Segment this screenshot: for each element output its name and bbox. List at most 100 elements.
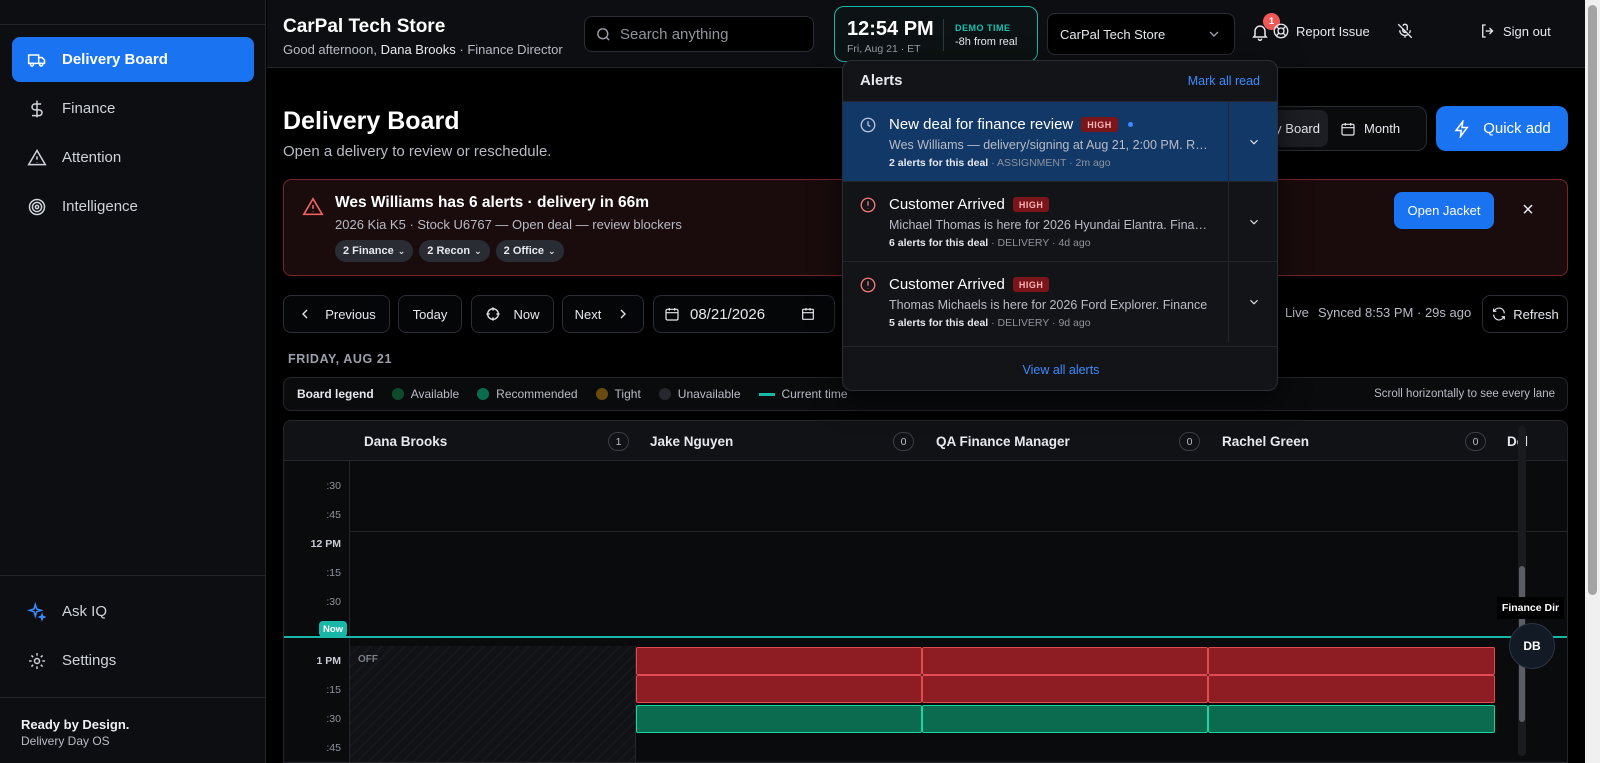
- refresh-button[interactable]: Refresh: [1482, 295, 1568, 333]
- mark-all-read-link[interactable]: Mark all read: [1188, 74, 1260, 88]
- sign-out-button[interactable]: Sign out: [1479, 22, 1551, 40]
- alert-description: Wes Williams — delivery/signing at Aug 2…: [889, 138, 1211, 152]
- legend-hint: Scroll horizontally to see every lane: [1374, 388, 1555, 400]
- time-tick: :30: [326, 480, 341, 492]
- expand-alert-button[interactable]: [1228, 182, 1277, 262]
- sidebar-top-divider: [0, 24, 266, 25]
- clock-time: 12:54 PM: [847, 18, 934, 40]
- search-input[interactable]: [620, 25, 800, 43]
- chip-label: 2 Office: [503, 245, 544, 257]
- chevron-down-icon: ⌄: [397, 245, 406, 256]
- refresh-icon: [1493, 307, 1506, 321]
- sidebar-item-ask-iq[interactable]: Ask IQ: [12, 589, 254, 634]
- quick-add-button[interactable]: Quick add: [1436, 106, 1568, 151]
- time-tick: :30: [326, 596, 341, 608]
- chevron-down-icon: [1250, 299, 1258, 305]
- avatar[interactable]: DB: [1509, 623, 1555, 669]
- alert-meta: 5 alerts for this deal · DELIVERY · 9d a…: [889, 317, 1091, 329]
- legend-label: Available: [410, 387, 460, 401]
- view-all-alerts-link[interactable]: View all alerts: [843, 346, 1277, 390]
- lane-header-qa-finance-manager[interactable]: QA Finance Manager: [936, 421, 1070, 461]
- sparkle-icon: [26, 601, 48, 623]
- footer-subtitle: Delivery Day OS: [21, 734, 110, 748]
- alert-circle-icon: [859, 196, 877, 214]
- report-issue-button[interactable]: Report Issue: [1272, 22, 1370, 40]
- unavailable-slot[interactable]: [922, 675, 1208, 703]
- close-icon[interactable]: ×: [1516, 198, 1540, 222]
- user-name: Dana Brooks: [380, 42, 456, 57]
- sidebar-item-finance[interactable]: Finance: [12, 86, 254, 131]
- store-select[interactable]: CarPal Tech Store: [1047, 13, 1235, 55]
- chip-label: 2 Recon: [427, 245, 471, 257]
- chip-office[interactable]: 2 Office ⌄: [495, 240, 564, 262]
- sidebar-item-intelligence[interactable]: Intelligence: [12, 184, 254, 229]
- chip-finance[interactable]: 2 Finance ⌄: [335, 240, 414, 262]
- mute-button[interactable]: [1396, 22, 1420, 40]
- alert-item[interactable]: Customer Arrived HIGH Thomas Michaels is…: [843, 261, 1277, 342]
- lane-count-badge: 0: [1179, 432, 1200, 451]
- legend-label: Current time: [781, 387, 848, 401]
- alerts-dropdown: Alerts Mark all read New deal for financ…: [842, 60, 1278, 391]
- alerts-title: Alerts: [860, 72, 903, 89]
- quick-add-label: Quick add: [1483, 120, 1551, 137]
- time-tick: :45: [326, 509, 341, 521]
- recommended-slot[interactable]: [922, 705, 1208, 733]
- search-box[interactable]: [584, 16, 814, 52]
- sidebar-divider: [0, 575, 266, 576]
- calendar-icon: [1341, 122, 1355, 136]
- lane-header-dana-brooks[interactable]: Dana Brooks: [364, 421, 447, 461]
- sidebar-item-attention[interactable]: Attention: [12, 135, 254, 180]
- off-block: OFF: [350, 646, 636, 762]
- now-button[interactable]: Now: [471, 295, 554, 333]
- unavailable-slot[interactable]: [1208, 647, 1495, 675]
- unavailable-slot[interactable]: [636, 675, 922, 703]
- today-button[interactable]: Today: [398, 295, 462, 333]
- hour-gridline: [350, 531, 1567, 532]
- lane-header-rachel-green[interactable]: Rachel Green: [1222, 421, 1309, 461]
- legend-title: Board legend: [297, 387, 374, 401]
- alert-description: Michael Thomas is here for 2026 Hyundai …: [889, 218, 1211, 232]
- previous-button[interactable]: Previous: [283, 295, 390, 333]
- mic-off-icon: [1397, 23, 1413, 39]
- alert-item[interactable]: New deal for finance review HIGH Wes Wil…: [843, 101, 1277, 182]
- alert-title: New deal for finance review HIGH: [889, 116, 1133, 133]
- view-toggle: ay Board Month: [1259, 106, 1427, 151]
- unavailable-slot[interactable]: [636, 647, 922, 675]
- date-input[interactable]: 08/21/2026: [653, 295, 835, 333]
- time-tick-hour: 12 PM: [310, 538, 341, 550]
- now-marker: Now: [319, 621, 347, 637]
- unavailable-slot[interactable]: [922, 647, 1208, 675]
- clock-date: Fri, Aug 21 · ET: [847, 43, 921, 55]
- expand-alert-button[interactable]: [1228, 262, 1277, 342]
- alert-time: 4d ago: [1058, 237, 1091, 249]
- delivery-board-grid[interactable]: Dana Brooks 1 Jake Nguyen 0 QA Finance M…: [283, 420, 1568, 763]
- store-select-value: CarPal Tech Store: [1060, 26, 1166, 42]
- sidebar-item-settings[interactable]: Settings: [12, 638, 254, 683]
- lane-header-jake-nguyen[interactable]: Jake Nguyen: [650, 421, 733, 461]
- sidebar-item-delivery-board[interactable]: Delivery Board: [12, 37, 254, 82]
- sidebar-item-label: Delivery Board: [62, 51, 168, 68]
- top-header: CarPal Tech Store Good afternoon, Dana B…: [267, 0, 1585, 68]
- unavailable-slot[interactable]: [1208, 675, 1495, 703]
- page-scrollbar-thumb[interactable]: [1588, 5, 1597, 595]
- chevron-down-icon: [1206, 26, 1222, 42]
- alert-item[interactable]: Customer Arrived HIGH Michael Thomas is …: [843, 181, 1277, 262]
- recommended-slot[interactable]: [636, 705, 922, 733]
- sidebar: Delivery Board Finance Attention Intelli…: [0, 0, 266, 763]
- now-label: Now: [513, 306, 540, 322]
- banner-title: Wes Williams has 6 alerts · delivery in …: [335, 194, 650, 211]
- expand-alert-button[interactable]: [1228, 102, 1277, 182]
- alert-time: 9d ago: [1058, 317, 1091, 329]
- demo-clock[interactable]: 12:54 PM Fri, Aug 21 · ET DEMO TIME -8h …: [834, 6, 1038, 62]
- tab-month[interactable]: Month: [1340, 110, 1400, 147]
- next-label: Next: [574, 306, 602, 322]
- open-jacket-button[interactable]: Open Jacket: [1394, 192, 1494, 229]
- recommended-slot[interactable]: [1208, 705, 1495, 733]
- clock-separator: [943, 19, 944, 51]
- calendar-picker-icon[interactable]: [800, 306, 816, 322]
- alert-title: Customer Arrived HIGH: [889, 276, 1050, 293]
- next-button[interactable]: Next: [562, 295, 644, 333]
- chip-recon[interactable]: 2 Recon ⌄: [419, 240, 490, 262]
- greeting: Good afternoon, Dana Brooks · Finance Di…: [283, 42, 563, 57]
- crosshair-icon: [486, 307, 501, 321]
